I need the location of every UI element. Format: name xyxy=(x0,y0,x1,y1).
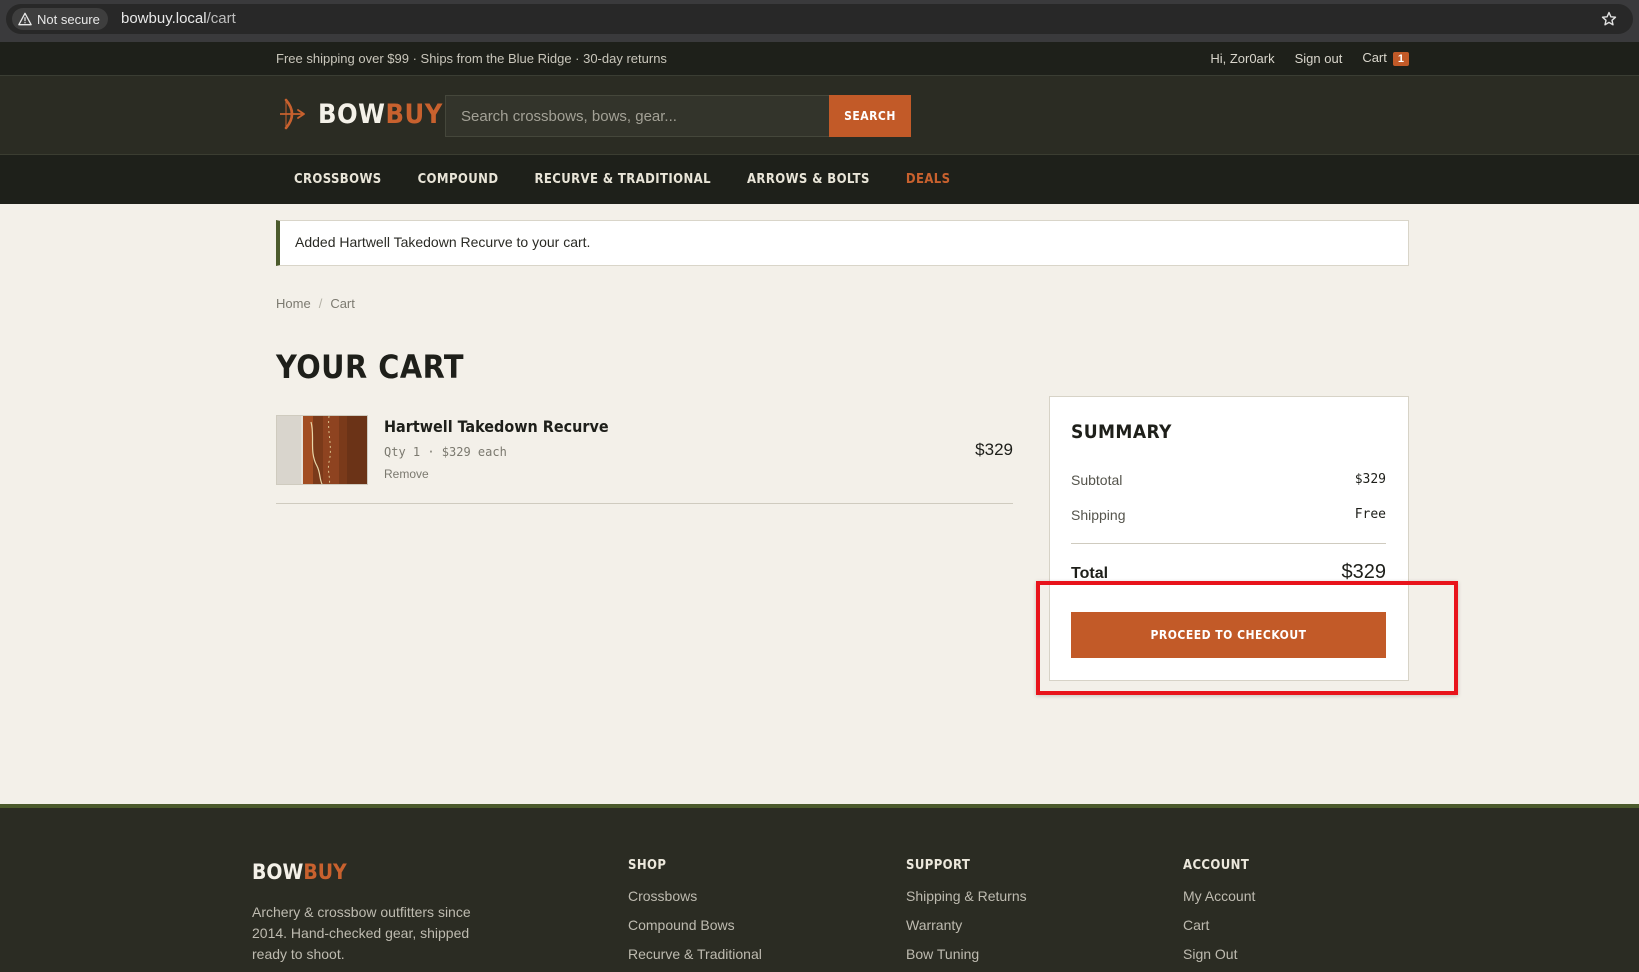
product-name-link[interactable]: Hartwell Takedown Recurve xyxy=(384,417,609,436)
site-footer: BOWBUY Archery & crossbow outfitters sin… xyxy=(0,804,1639,972)
bookmark-star-icon[interactable] xyxy=(1601,11,1617,27)
footer-link-recurve-traditional[interactable]: Recurve & Traditional xyxy=(628,946,762,972)
shipping-row: Shipping Free xyxy=(1071,507,1386,523)
logo-part-1: BOW xyxy=(318,98,386,130)
footer-account-column: ACCOUNT My Account Cart Sign Out xyxy=(1183,858,1255,972)
security-label: Not secure xyxy=(37,11,100,27)
account-links: Hi, Zor0ark Sign out Cart 1 xyxy=(1210,50,1409,66)
footer-link-sign-out[interactable]: Sign Out xyxy=(1183,946,1255,972)
footer-link-shipping-returns[interactable]: Shipping & Returns xyxy=(906,888,1027,917)
product-qty-meta: Qty 1 · $329 each xyxy=(384,445,507,459)
footer-link-my-account[interactable]: My Account xyxy=(1183,888,1255,917)
subtotal-label: Subtotal xyxy=(1071,472,1123,488)
footer-link-compound-bows[interactable]: Compound Bows xyxy=(628,917,762,946)
summary-title: SUMMARY xyxy=(1071,421,1172,443)
site-logo[interactable]: BOWBUY xyxy=(278,98,443,130)
footer-shop-heading: SHOP xyxy=(628,858,667,873)
main-nav: CROSSBOWS COMPOUND RECURVE & TRADITIONAL… xyxy=(0,155,1639,204)
order-summary: SUMMARY Subtotal $329 Shipping Free Tota… xyxy=(1049,396,1409,681)
search-button[interactable]: SEARCH xyxy=(829,95,911,137)
page-title: YOUR CART xyxy=(276,348,465,386)
url-text[interactable]: bowbuy.local/cart xyxy=(121,10,236,27)
footer-support-column: SUPPORT Shipping & Returns Warranty Bow … xyxy=(906,858,1027,972)
cart-link-label: Cart xyxy=(1362,50,1387,65)
cart-link[interactable]: Cart 1 xyxy=(1362,50,1409,66)
footer-account-heading: ACCOUNT xyxy=(1183,858,1250,873)
subtotal-value: $329 xyxy=(1354,472,1386,487)
footer-link-bow-tuning[interactable]: Bow Tuning xyxy=(906,946,1027,972)
subtotal-row: Subtotal $329 xyxy=(1071,472,1386,488)
breadcrumb-separator: / xyxy=(318,296,323,311)
shipping-value: Free xyxy=(1354,507,1386,522)
breadcrumb-home[interactable]: Home xyxy=(276,296,311,311)
summary-divider xyxy=(1071,543,1386,544)
url-host: bowbuy.local xyxy=(121,10,207,27)
search-form: SEARCH xyxy=(445,95,911,137)
line-price: $329 xyxy=(975,440,1013,459)
sign-out-link[interactable]: Sign out xyxy=(1295,51,1343,66)
breadcrumb: Home / Cart xyxy=(276,296,355,311)
security-indicator[interactable]: Not secure xyxy=(12,8,108,30)
nav-item-arrows-bolts[interactable]: ARROWS & BOLTS xyxy=(729,172,888,187)
cart-line-item: Hartwell Takedown Recurve Qty 1 · $329 e… xyxy=(276,414,1013,504)
total-label: Total xyxy=(1071,565,1109,582)
product-image xyxy=(277,416,367,484)
warning-icon xyxy=(18,12,32,26)
footer-logo[interactable]: BOWBUY xyxy=(252,860,347,884)
product-thumbnail[interactable] xyxy=(276,415,368,485)
footer-logo-part-1: BOW xyxy=(252,860,304,884)
cart-count-badge: 1 xyxy=(1392,52,1409,66)
nav-item-crossbows[interactable]: CROSSBOWS xyxy=(276,172,400,187)
logo-wordmark: BOWBUY xyxy=(318,99,443,130)
nav-item-deals[interactable]: DEALS xyxy=(888,172,969,187)
greeting-link[interactable]: Hi, Zor0ark xyxy=(1210,51,1274,66)
url-path: /cart xyxy=(206,10,236,27)
site-header: BOWBUY SEARCH xyxy=(0,76,1639,155)
bow-arrow-icon xyxy=(280,98,305,130)
breadcrumb-current: Cart xyxy=(330,296,355,311)
utility-bar: Free shipping over $99 · Ships from the … xyxy=(0,42,1639,76)
total-row: Total $329 xyxy=(1071,561,1386,584)
browser-chrome: Not secure bowbuy.local/cart xyxy=(0,0,1639,42)
promo-text: Free shipping over $99 · Ships from the … xyxy=(276,51,667,66)
footer-description: Archery & crossbow outfitters since 2014… xyxy=(252,904,471,962)
remove-item-link[interactable]: Remove xyxy=(384,467,429,481)
footer-shop-column: SHOP Crossbows Compound Bows Recurve & T… xyxy=(628,858,762,972)
address-bar[interactable]: Not secure bowbuy.local/cart xyxy=(6,4,1633,34)
total-value: $329 xyxy=(1341,561,1387,583)
footer-link-warranty[interactable]: Warranty xyxy=(906,917,1027,946)
flash-message: Added Hartwell Takedown Recurve to your … xyxy=(276,220,1409,266)
footer-support-heading: SUPPORT xyxy=(906,858,971,873)
footer-link-crossbows[interactable]: Crossbows xyxy=(628,888,762,917)
shipping-label: Shipping xyxy=(1071,507,1126,523)
nav-item-compound[interactable]: COMPOUND xyxy=(400,172,517,187)
logo-part-2: BUY xyxy=(385,98,443,130)
proceed-to-checkout-button[interactable]: PROCEED TO CHECKOUT xyxy=(1071,612,1386,658)
nav-item-recurve-traditional[interactable]: RECURVE & TRADITIONAL xyxy=(516,172,729,187)
footer-logo-part-2: BUY xyxy=(303,860,347,884)
search-input[interactable] xyxy=(445,95,829,137)
footer-link-cart[interactable]: Cart xyxy=(1183,917,1255,946)
